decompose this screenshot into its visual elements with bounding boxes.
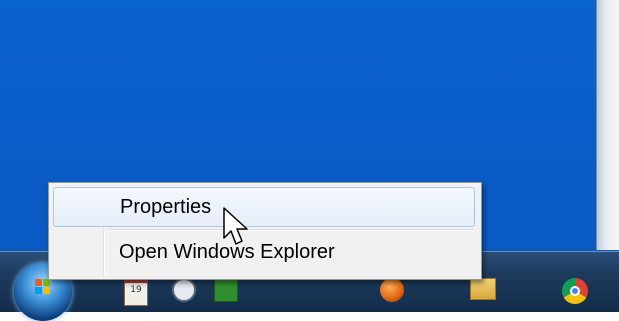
- window-edge: [596, 0, 619, 250]
- menu-item-open-windows-explorer[interactable]: Open Windows Explorer: [53, 233, 475, 273]
- folder-icon[interactable]: [470, 278, 496, 300]
- chrome-icon[interactable]: [562, 278, 588, 304]
- menu-item-properties[interactable]: Properties: [53, 187, 475, 227]
- menu-separator: [109, 229, 475, 231]
- context-menu: Properties Open Windows Explorer: [48, 182, 482, 280]
- orange-app-icon[interactable]: [380, 278, 404, 302]
- windows-logo-icon: [35, 279, 51, 295]
- calendar-icon[interactable]: 19: [124, 278, 148, 306]
- clock-icon[interactable]: [172, 278, 196, 302]
- green-app-icon[interactable]: [214, 278, 238, 302]
- mouse-pointer-icon: [223, 207, 248, 245]
